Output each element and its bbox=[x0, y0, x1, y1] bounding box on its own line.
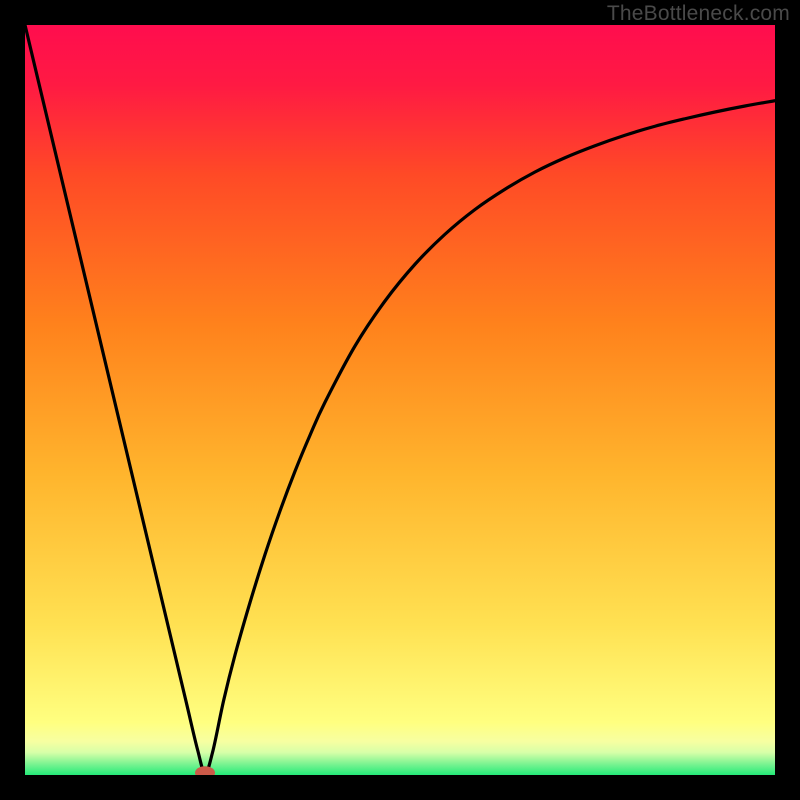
chart-frame: TheBottleneck.com bbox=[0, 0, 800, 800]
chart-svg bbox=[25, 25, 775, 775]
chart-background bbox=[25, 25, 775, 775]
watermark-label: TheBottleneck.com bbox=[607, 2, 790, 26]
plot-area bbox=[25, 25, 775, 775]
